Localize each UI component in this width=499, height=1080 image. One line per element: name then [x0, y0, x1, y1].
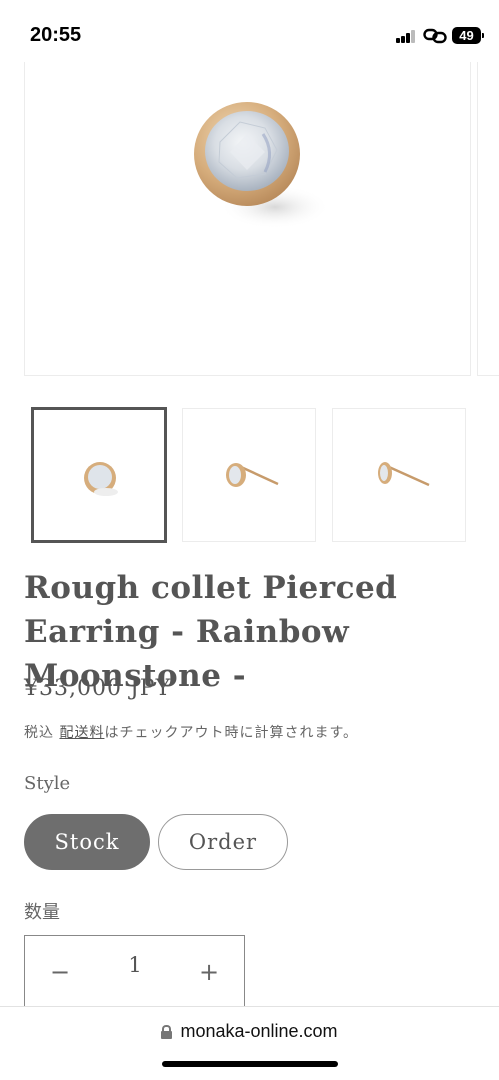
tax-prefix: 税込	[24, 725, 60, 741]
link-icon	[423, 28, 447, 44]
url-display[interactable]: monaka-online.com	[0, 1021, 499, 1042]
quantity-label: 数量	[24, 902, 60, 923]
increase-quantity-button[interactable]: +	[189, 952, 229, 992]
url-text: monaka-online.com	[180, 1021, 338, 1041]
style-label: Style	[24, 773, 71, 794]
home-indicator[interactable]	[162, 1061, 338, 1067]
quantity-input[interactable]: 1	[105, 953, 165, 977]
tax-suffix: はチェックアウト時に計算されます。	[104, 725, 359, 741]
decrease-quantity-button[interactable]: −	[40, 952, 80, 992]
thumbnail-2[interactable]	[182, 408, 316, 542]
quantity-stepper: − 1 +	[24, 935, 245, 1015]
thumbnail-angled-image	[378, 462, 430, 487]
thumbnail-front-image	[84, 462, 118, 496]
lock-icon	[161, 1025, 173, 1039]
thumbnail-1[interactable]	[31, 407, 167, 543]
earring-front-image	[194, 102, 330, 229]
thumbnail-side-image	[226, 463, 279, 487]
shipping-link[interactable]: 配送料	[59, 725, 104, 741]
next-image-peek[interactable]	[477, 62, 499, 376]
tax-note: 税込 配送料はチェックアウト時に計算されます。	[24, 722, 358, 742]
browser-address-bar[interactable]: monaka-online.com	[0, 1006, 499, 1080]
battery-icon: 49	[452, 27, 484, 44]
thumbnail-3[interactable]	[332, 408, 466, 542]
style-option-order[interactable]: Order	[158, 814, 288, 870]
style-option-stock[interactable]: Stock	[24, 814, 150, 870]
status-bar: 20:55 49	[0, 0, 499, 62]
cellular-signal-icon	[396, 30, 416, 43]
main-product-image[interactable]	[24, 62, 471, 376]
status-time: 20:55	[30, 24, 82, 46]
product-price: ¥33,000 JPY	[24, 676, 172, 701]
